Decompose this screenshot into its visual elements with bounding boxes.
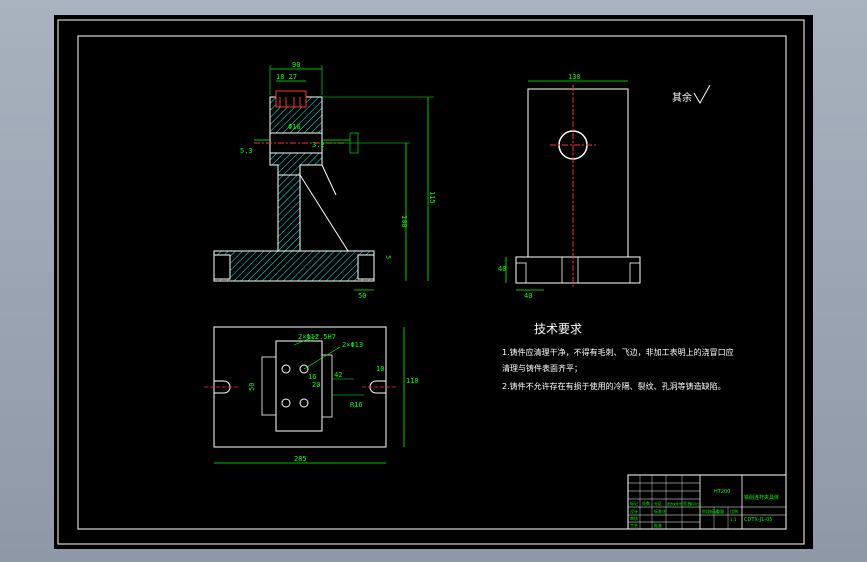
dim-left-5-3: 5.3 <box>240 147 253 155</box>
title-sub-4: 批准 <box>654 522 662 528</box>
cad-viewport[interactable]: 90 18 27 Φ16 115 100 50 5 5.3 3.2 130 40… <box>54 15 813 549</box>
dim-height-total: 115 <box>428 191 436 204</box>
dim-90: 90 <box>292 61 300 69</box>
title-row-label-3: 更改文件号 <box>667 501 682 506</box>
dim-base-w: 40 <box>524 292 532 300</box>
tech-line-1: 1.铸件应清理干净，不得有毛刺、飞边，非加工表明上的浇冒口应 <box>502 347 734 357</box>
front-web <box>277 174 301 252</box>
dim-right-3-2: 3.2 <box>312 141 325 149</box>
side-view: 130 40 40 其余 <box>498 73 711 300</box>
title-scale-val: 1:1 <box>730 517 737 522</box>
dim-130: 130 <box>568 73 581 81</box>
title-row-label-2: 分区 <box>654 500 662 506</box>
dim-20: 20 <box>312 381 320 389</box>
title-block: HT200 铣削连杆夹具体 CDTX-J1-05 标记 处数 分区 更改文件号 … <box>627 474 787 530</box>
title-sub-3: 工艺 <box>630 523 638 528</box>
dim-slot: 18 27 <box>276 73 297 81</box>
dim-holes-b: 2×Φ13 <box>342 341 363 349</box>
roughness-symbol <box>693 84 711 104</box>
dim-10: 10 <box>376 365 384 373</box>
dim-base-50: 50 <box>358 292 366 300</box>
dim-bore: Φ16 <box>288 123 301 131</box>
inner-frame <box>77 35 787 530</box>
title-drawing-no: CDTX-J1-05 <box>744 517 772 523</box>
tech-requirements: 技术要求 1.铸件应清理干净，不得有毛刺、飞边，非加工表明上的浇冒口应 清理与铸… <box>502 322 734 391</box>
dim-r16: R16 <box>350 401 363 409</box>
outer-frame <box>57 19 805 545</box>
roughness-label: 其余 <box>672 91 692 104</box>
dim-step-5: 5 <box>384 255 392 259</box>
front-base <box>213 250 375 282</box>
title-row-label-1: 处数 <box>642 500 650 506</box>
dim-110: 110 <box>406 377 419 385</box>
front-view: 90 18 27 Φ16 115 100 50 5 5.3 3.2 <box>213 61 436 300</box>
title-scale: 比例 <box>730 508 738 514</box>
dim-base-h: 40 <box>498 265 506 273</box>
title-sub-1: 标准化 <box>654 508 666 514</box>
dim-16: 16 <box>308 373 316 381</box>
dim-285: 285 <box>294 455 307 463</box>
side-upright <box>527 88 629 258</box>
dim-42: 42 <box>334 371 342 379</box>
dim-height-mid: 100 <box>400 215 408 228</box>
tech-line-3: 2.铸件不允许存在有损于使用的冷隔、裂纹、孔洞等铸造缺陷。 <box>502 381 726 391</box>
title-weight: 重量 <box>716 508 724 514</box>
title-row-label-5: 年月日 <box>690 501 699 506</box>
top-view: 285 110 2×Φ12.5H7 2×Φ13 16 20 R16 10 50 … <box>204 326 419 464</box>
title-sub-0: 设计 <box>630 508 638 514</box>
dim-holes-a: 2×Φ12.5H7 <box>298 333 336 341</box>
dim-left-50: 50 <box>248 383 256 391</box>
tech-title: 技术要求 <box>534 322 582 336</box>
title-sub-2: 审核 <box>630 515 638 521</box>
title-row-label-0: 标记 <box>630 500 638 506</box>
title-part-name: 铣削连杆夹具体 <box>744 494 779 501</box>
title-material: HT200 <box>714 489 730 495</box>
drawing-canvas: 90 18 27 Φ16 115 100 50 5 5.3 3.2 130 40… <box>57 19 805 545</box>
tech-line-2: 清理与铸件表面齐平； <box>502 363 582 373</box>
